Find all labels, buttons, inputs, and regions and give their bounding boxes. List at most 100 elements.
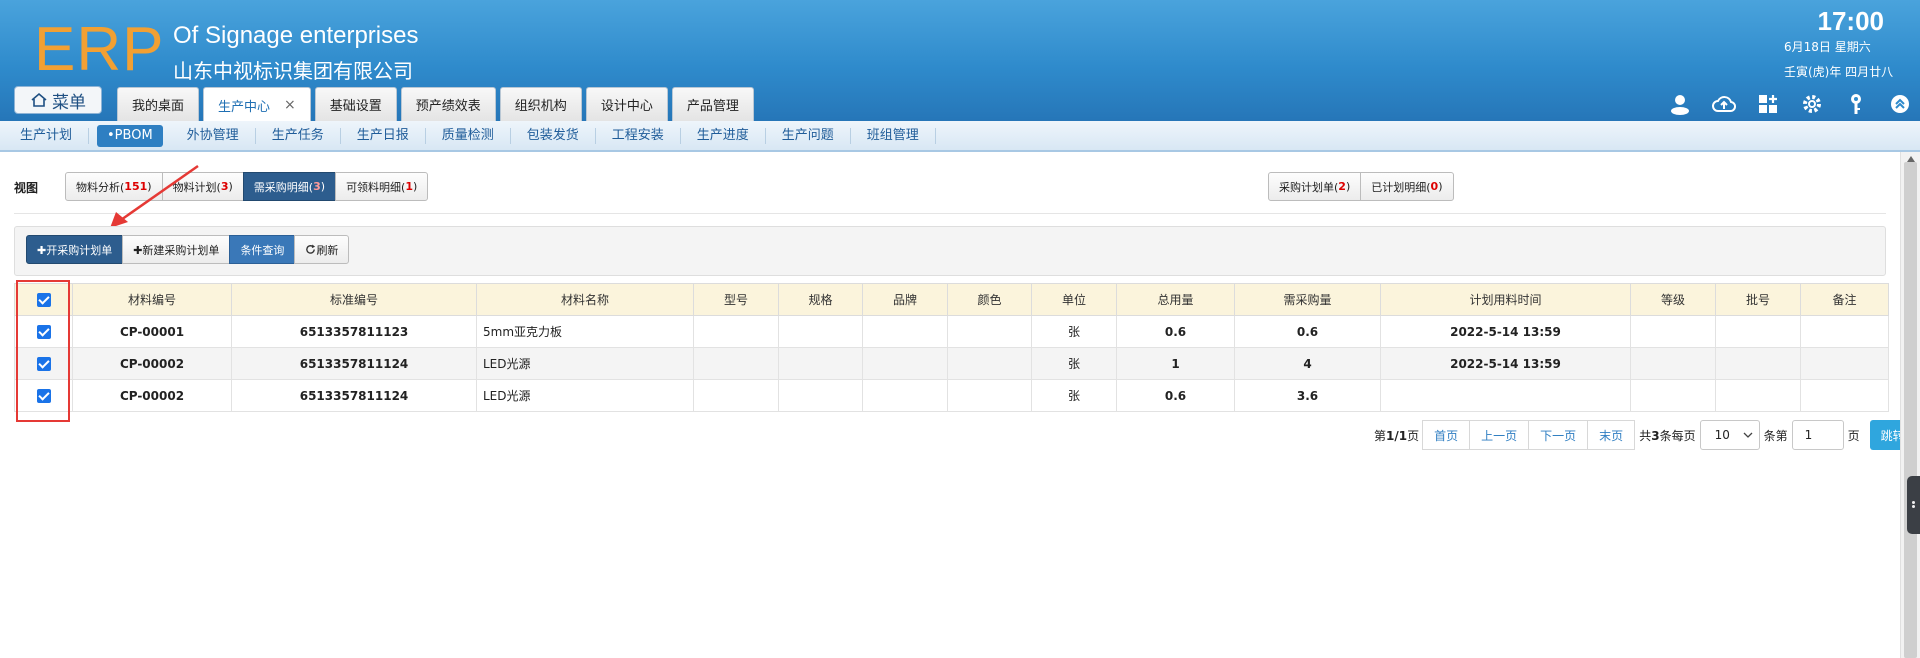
double-chevron-up-icon[interactable] xyxy=(1888,92,1912,116)
cloud-upload-icon[interactable] xyxy=(1712,92,1736,116)
cell-grade xyxy=(1630,379,1716,412)
subnav-issues[interactable]: 生产问题 xyxy=(766,127,851,144)
column-header[interactable]: 需采购量 xyxy=(1234,283,1381,316)
scroll-thumb[interactable] xyxy=(1904,162,1917,658)
cell-spec xyxy=(778,315,863,348)
cell-total-usage: 0.6 xyxy=(1116,379,1235,412)
cell-material-code: CP-00002 xyxy=(72,379,232,412)
side-panel-handle[interactable] xyxy=(1907,476,1920,534)
subnav-packing-shipping[interactable]: 包装发货 xyxy=(511,127,596,144)
home-icon xyxy=(31,92,47,107)
open-purchase-plan-button[interactable]: ✚开采购计划单 xyxy=(26,235,124,264)
subnav-team-management[interactable]: 班组管理 xyxy=(851,127,936,144)
apps-grid-icon[interactable] xyxy=(1756,92,1780,116)
cell-material-code: CP-00002 xyxy=(72,347,232,380)
tab-basic-settings[interactable]: 基础设置 xyxy=(314,87,397,121)
view-label: 视图 xyxy=(14,181,39,195)
pagination: 第1/1页 首页 上一页 下一页 末页 共3条每页 10 条第 1 页 跳转 xyxy=(1372,420,1916,450)
column-header[interactable]: 标准编号 xyxy=(231,283,477,316)
column-header[interactable]: 品牌 xyxy=(862,283,948,316)
page-indicator: 第1/1页 xyxy=(1374,428,1420,443)
cell-purchase-qty: 4 xyxy=(1234,347,1381,380)
tab-performance[interactable]: 预产绩效表 xyxy=(400,87,496,121)
first-page-button[interactable]: 首页 xyxy=(1422,420,1471,450)
menu-label: 菜单 xyxy=(52,92,86,113)
cell-color xyxy=(947,347,1032,380)
cell-material-name: 5mm亚克力板 xyxy=(476,315,694,348)
cell-material-name: LED光源 xyxy=(476,379,694,412)
column-header[interactable]: 备注 xyxy=(1800,283,1889,316)
table-row[interactable]: CP-00002 6513357811124 LED光源 张 0.6 3.6 xyxy=(14,379,1889,412)
vertical-scrollbar[interactable] xyxy=(1900,152,1920,658)
annotation-highlight-box xyxy=(16,280,70,422)
last-page-button[interactable]: 末页 xyxy=(1587,420,1636,450)
column-header[interactable]: 型号 xyxy=(693,283,779,316)
user-icon[interactable] xyxy=(1668,92,1692,116)
table-row[interactable]: CP-00002 6513357811124 LED光源 张 1 4 2022-… xyxy=(14,347,1889,380)
annotation-arrow-icon xyxy=(110,164,199,228)
gear-icon[interactable] xyxy=(1800,92,1824,116)
cell-remark xyxy=(1800,347,1889,380)
view-tabs-right: 采购计划单(2) 已计划明细(0) xyxy=(1268,172,1454,201)
cell-planned-time xyxy=(1380,379,1631,412)
cell-model xyxy=(693,347,779,380)
cell-total-usage: 1 xyxy=(1116,347,1235,380)
tab-production-center[interactable]: 生产中心 × xyxy=(203,87,311,122)
column-header[interactable]: 总用量 xyxy=(1116,283,1235,316)
cell-brand xyxy=(862,379,948,412)
menu-button[interactable]: 菜单 xyxy=(14,86,102,114)
next-page-button[interactable]: 下一页 xyxy=(1528,420,1589,450)
tab-purchase-details[interactable]: 需采购明细(3) xyxy=(242,172,337,201)
cell-remark xyxy=(1800,379,1889,412)
refresh-button[interactable]: 刷新 xyxy=(294,235,350,264)
page-size-select[interactable]: 10 xyxy=(1699,420,1760,450)
tab-product-management[interactable]: 产品管理 xyxy=(671,87,754,121)
cell-material-code: CP-00001 xyxy=(72,315,232,348)
cell-purchase-qty: 3.6 xyxy=(1234,379,1381,412)
module-tabs: 我的桌面 生产中心 × 基础设置 预产绩效表 组织机构 设计中心 产品管理 xyxy=(117,87,754,122)
tab-design-center[interactable]: 设计中心 xyxy=(585,87,668,121)
tab-organization[interactable]: 组织机构 xyxy=(499,87,582,121)
cell-grade xyxy=(1630,315,1716,348)
refresh-icon xyxy=(306,244,316,254)
key-icon[interactable] xyxy=(1844,92,1868,116)
tab-pickable-details[interactable]: 可领料明细(1) xyxy=(335,172,429,201)
pager-buttons: 首页 上一页 下一页 末页 xyxy=(1422,420,1636,450)
enterprise-name-en: Of Signage enterprises xyxy=(173,22,419,49)
column-header[interactable]: 计划用料时间 xyxy=(1380,283,1631,316)
divider xyxy=(14,213,1886,214)
goto-page-input[interactable]: 1 xyxy=(1791,420,1844,450)
subnav-production-task[interactable]: 生产任务 xyxy=(256,127,341,144)
subnav-pbom[interactable]: •PBOM xyxy=(97,124,163,147)
cell-standard-code: 6513357811123 xyxy=(231,315,477,348)
column-header[interactable]: 批号 xyxy=(1715,283,1801,316)
subnav-quality-check[interactable]: 质量检测 xyxy=(426,127,511,144)
subnav-production-plan[interactable]: 生产计划 xyxy=(20,127,90,144)
subnav-daily-report[interactable]: 生产日报 xyxy=(341,127,426,144)
tab-my-desktop[interactable]: 我的桌面 xyxy=(117,87,200,121)
prev-page-button[interactable]: 上一页 xyxy=(1469,420,1530,450)
condition-query-button[interactable]: 条件查询 xyxy=(229,235,296,264)
cell-remark xyxy=(1800,315,1889,348)
column-header[interactable]: 材料编号 xyxy=(72,283,232,316)
subnav-installation[interactable]: 工程安装 xyxy=(596,127,681,144)
cell-spec xyxy=(778,347,863,380)
action-toolbar: ✚开采购计划单 ✚新建采购计划单 条件查询 刷新 xyxy=(14,226,1886,276)
column-header[interactable]: 单位 xyxy=(1031,283,1117,316)
table-row[interactable]: CP-00001 6513357811123 5mm亚克力板 张 0.6 0.6… xyxy=(14,315,1889,348)
column-header[interactable]: 颜色 xyxy=(947,283,1032,316)
cell-brand xyxy=(862,315,948,348)
column-header[interactable]: 等级 xyxy=(1630,283,1716,316)
sub-navigation: 生产计划 •PBOM 外协管理 生产任务 生产日报 质量检测 包装发货 工程安装… xyxy=(0,121,1920,152)
cell-model xyxy=(693,315,779,348)
clock-time: 17:00 xyxy=(1817,6,1885,36)
cell-spec xyxy=(778,379,863,412)
tab-purchase-plans[interactable]: 采购计划单(2) xyxy=(1268,172,1362,201)
new-purchase-plan-button[interactable]: ✚新建采购计划单 xyxy=(122,235,231,264)
subnav-progress[interactable]: 生产进度 xyxy=(681,127,766,144)
tab-planned-details[interactable]: 已计划明细(0) xyxy=(1360,172,1454,201)
subnav-outsourcing[interactable]: 外协管理 xyxy=(171,127,256,144)
column-header[interactable]: 材料名称 xyxy=(476,283,694,316)
column-header[interactable]: 规格 xyxy=(778,283,863,316)
close-icon[interactable]: × xyxy=(284,97,296,113)
